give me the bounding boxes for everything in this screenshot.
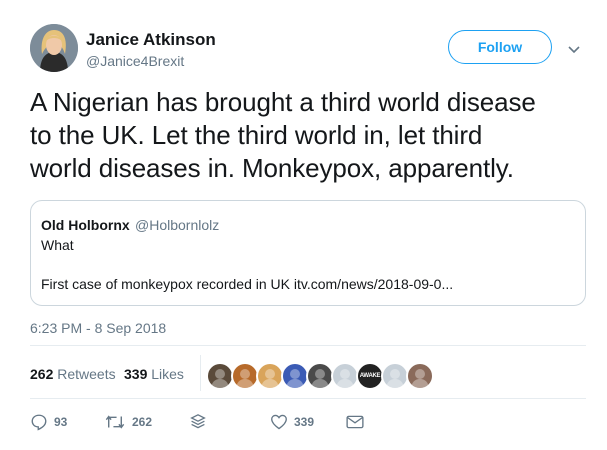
likes-count: 339 [124, 366, 148, 382]
liker-avatar-7[interactable]: AWAKE [356, 362, 384, 390]
stats-separator [200, 355, 201, 391]
divider [30, 398, 586, 399]
liker-avatar-8[interactable] [381, 362, 409, 390]
chevron-down-icon[interactable] [568, 42, 580, 54]
quoted-tweet[interactable]: Old Holbornx @Holbornlolz What First cas… [30, 200, 586, 306]
tweet-timestamp[interactable]: 6:23 PM - 8 Sep 2018 [30, 320, 166, 336]
like-count: 339 [294, 415, 315, 429]
reply-icon [31, 414, 47, 431]
retweets-label: Retweets [57, 366, 116, 382]
quoted-text-line: What [41, 237, 74, 253]
liker-avatar-9[interactable] [406, 362, 434, 390]
share-stack-button[interactable] [190, 412, 206, 432]
heart-icon [271, 414, 287, 430]
liker-avatar-5[interactable] [306, 362, 334, 390]
retweet-count: 262 [132, 415, 153, 429]
retweet-button[interactable]: 262 [104, 412, 152, 432]
likes-label: Likes [151, 366, 184, 382]
retweets-count: 262 [30, 366, 54, 382]
layers-icon [190, 414, 206, 429]
quoted-author-handle: @Holbornlolz [135, 217, 220, 233]
author-handle[interactable]: @Janice4Brexit [86, 53, 184, 69]
liker-avatar-2[interactable] [231, 362, 259, 390]
tweet-text-line: world diseases in. Monkeypox, apparently… [30, 153, 514, 183]
author-name[interactable]: Janice Atkinson [86, 30, 216, 50]
tweet-text: A Nigerian has brought a third world dis… [30, 86, 590, 185]
reply-count: 93 [54, 415, 68, 429]
tweet-text-line: to the UK. Let the third world in, let t… [30, 120, 483, 150]
author-avatar[interactable] [30, 24, 78, 72]
envelope-icon [346, 415, 364, 429]
divider [30, 345, 586, 346]
quoted-text-line: First case of monkeypox recorded in UK i… [41, 276, 454, 292]
reply-button[interactable]: 93 [30, 412, 67, 432]
tweet-text-line: A Nigerian has brought a third world dis… [30, 87, 536, 117]
follow-button[interactable]: Follow [448, 30, 552, 64]
retweet-icon [105, 415, 125, 429]
liker-avatar-1[interactable] [206, 362, 234, 390]
like-button[interactable]: 339 [270, 412, 314, 432]
liker-avatar-6[interactable] [331, 362, 359, 390]
liker-avatar-3[interactable] [256, 362, 284, 390]
retweets-stat[interactable]: 262 Retweets [30, 366, 116, 382]
likes-stat[interactable]: 339 Likes [124, 366, 184, 382]
liker-avatar-text: AWAKE [359, 373, 381, 379]
direct-message-button[interactable] [346, 412, 364, 432]
liker-avatar-4[interactable] [281, 362, 309, 390]
profile-photo-icon [30, 24, 78, 72]
quoted-author-name: Old Holbornx [41, 217, 130, 233]
